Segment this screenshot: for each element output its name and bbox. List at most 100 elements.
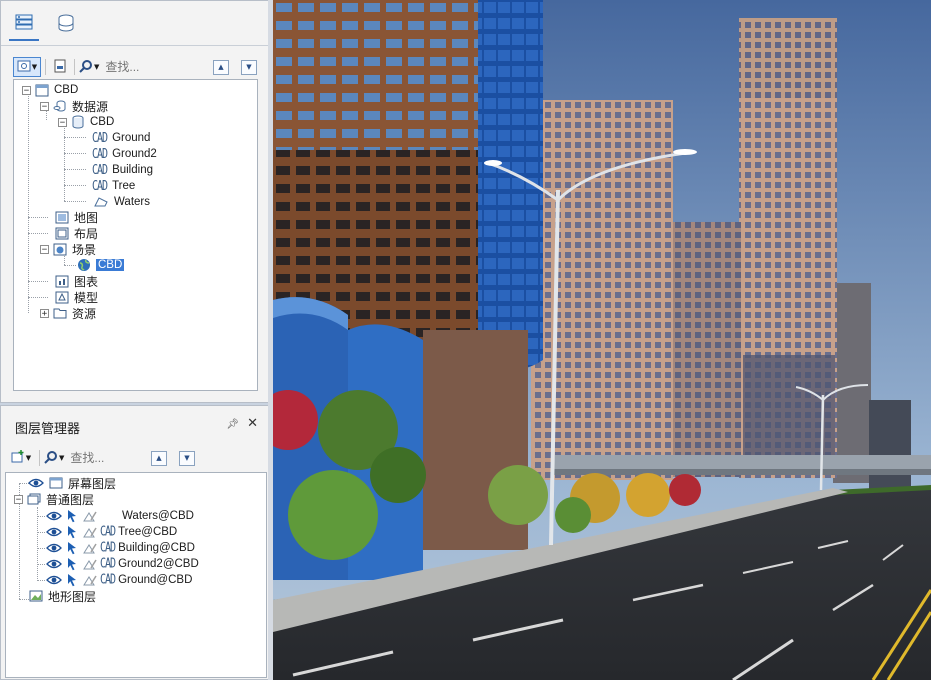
editable-icon[interactable] — [82, 556, 98, 572]
open-icon — [53, 59, 67, 76]
tree-node-scenes[interactable]: − 场景 — [40, 241, 96, 257]
chevron-down-icon: ▼ — [31, 63, 38, 71]
editable-icon[interactable] — [82, 524, 98, 540]
visible-eye-icon[interactable] — [46, 524, 62, 540]
selectable-arrow-icon[interactable] — [64, 524, 80, 540]
search-icon — [79, 59, 93, 76]
collapse-icon[interactable]: − — [40, 244, 49, 254]
selectable-arrow-icon[interactable] — [64, 572, 80, 588]
tree-node-dataset[interactable]: CAD Tree — [92, 178, 135, 194]
collapse-icon[interactable]: − — [22, 85, 31, 95]
tree — [288, 470, 378, 560]
selectable-arrow-icon[interactable] — [64, 540, 80, 556]
view-mode-button[interactable]: ▼ — [13, 57, 41, 77]
layer-group-terrain[interactable]: 地形图层 — [28, 588, 96, 604]
tree-guide — [28, 281, 48, 282]
tree-node-dataset[interactable]: CAD Ground — [92, 130, 150, 146]
move-up-button[interactable]: ▲ — [213, 59, 229, 75]
expand-icon[interactable]: + — [40, 308, 49, 318]
workspace-tree[interactable]: − CBD − 数据源 − CBD CAD Ground CAD Ground2… — [13, 79, 258, 391]
tree-node-maps[interactable]: 地图 — [54, 209, 98, 225]
model-icon — [54, 289, 70, 305]
tree-node-datasource-cbd[interactable]: − CBD — [58, 114, 114, 130]
layer-search-input[interactable] — [68, 449, 145, 467]
tree-label: Tree — [112, 180, 136, 192]
selectable-arrow-icon[interactable] — [64, 556, 80, 572]
tree-label: 图表 — [74, 274, 99, 289]
folder-icon — [52, 305, 68, 321]
tree-guide — [64, 137, 86, 138]
selectable-arrow-icon[interactable] — [64, 508, 80, 524]
collapse-icon[interactable]: − — [14, 494, 23, 504]
tree-node-models[interactable]: 模型 — [54, 289, 98, 305]
toolbar-separator — [45, 59, 46, 75]
tree-node-resources[interactable]: + 资源 — [40, 305, 96, 321]
workspace-toolbar: ▼ ▼ ▲ ▼ — [13, 55, 257, 79]
layer-group-normal[interactable]: − 普通图层 — [14, 491, 94, 507]
collapse-icon[interactable]: − — [58, 117, 67, 127]
tree-node-workspace[interactable]: − CBD — [22, 82, 78, 98]
tree-node-layouts[interactable]: 布局 — [54, 225, 98, 241]
collapse-icon[interactable]: − — [40, 101, 49, 111]
cad-dataset-icon: CAD — [92, 130, 108, 146]
pin-icon[interactable]: 📌︎ — [226, 419, 239, 430]
search-button[interactable]: ▼ — [44, 448, 64, 468]
layer-row[interactable]: CAD Ground2@CBD — [46, 556, 199, 572]
layer-name: Tree@CBD — [118, 526, 178, 538]
terrain-layer-icon — [28, 588, 44, 604]
layer-row[interactable]: Waters@CBD — [46, 508, 194, 524]
distant-tower — [869, 400, 911, 490]
tree-node-scene-cbd[interactable]: CBD — [76, 257, 125, 273]
layer-tree[interactable]: 屏幕图层 − 普通图层 Waters@CBD CAD Tree@CBD CAD — [5, 472, 267, 678]
visible-eye-icon[interactable] — [28, 475, 44, 491]
layer-row[interactable]: CAD Ground@CBD — [46, 572, 192, 588]
search-button[interactable]: ▼ — [79, 57, 99, 77]
tree-label: Building — [112, 164, 153, 176]
tree-guide — [37, 507, 38, 581]
layer-toolbar: ▼ ▼ ▲ ▼ — [7, 446, 195, 470]
layer-name: Building@CBD — [118, 542, 195, 554]
editable-icon[interactable] — [82, 508, 98, 524]
globe-icon — [76, 257, 92, 273]
layer-row[interactable]: CAD Tree@CBD — [46, 524, 177, 540]
editable-icon[interactable] — [82, 540, 98, 556]
layer-manager-panel: 图层管理器 📌︎ ✕ ▼ ▼ ▲ ▼ 屏幕图层 − — [0, 405, 270, 680]
scene-3d-view[interactable] — [273, 0, 931, 680]
visible-eye-icon[interactable] — [46, 572, 62, 588]
tree-node-dataset[interactable]: Waters — [92, 194, 150, 210]
editable-icon[interactable] — [82, 572, 98, 588]
chevron-down-icon: ▼ — [94, 63, 100, 71]
tree-guide — [28, 217, 48, 218]
open-button[interactable] — [50, 57, 70, 77]
tree-guide — [37, 516, 45, 517]
divider — [1, 45, 269, 46]
datasource-tab[interactable] — [51, 9, 81, 39]
tree-label: Waters — [114, 196, 150, 208]
add-layer-button[interactable]: ▼ — [7, 448, 35, 468]
tree-node-dataset[interactable]: CAD Ground2 — [92, 146, 157, 162]
tree-node-charts[interactable]: 图表 — [54, 273, 98, 289]
close-icon[interactable]: ✕ — [247, 416, 258, 431]
move-down-button[interactable]: ▼ — [241, 59, 257, 75]
add-layer-icon — [11, 450, 25, 466]
tree-label: CBD — [54, 84, 79, 96]
distant-tower — [833, 283, 871, 483]
tree-guide — [64, 153, 86, 154]
move-down-button[interactable]: ▼ — [179, 450, 195, 466]
tree-node-dataset[interactable]: CAD Building — [92, 162, 153, 178]
lamp-head — [484, 160, 502, 166]
visible-eye-icon[interactable] — [46, 508, 62, 524]
workspace-manager-tab[interactable] — [9, 9, 39, 41]
visible-eye-icon[interactable] — [46, 556, 62, 572]
visible-eye-icon[interactable] — [46, 540, 62, 556]
tree-node-datasources[interactable]: − 数据源 — [40, 98, 108, 114]
tree-label: 布局 — [74, 226, 99, 241]
layer-row[interactable]: CAD Building@CBD — [46, 540, 195, 556]
move-up-button[interactable]: ▲ — [151, 450, 167, 466]
tree-red — [669, 474, 701, 506]
tree-guide — [64, 201, 86, 202]
cad-dataset-icon: CAD — [92, 146, 108, 162]
tree-guide — [64, 185, 86, 186]
layer-group-screen[interactable]: 屏幕图层 — [28, 475, 116, 491]
workspace-search-input[interactable] — [103, 58, 200, 76]
